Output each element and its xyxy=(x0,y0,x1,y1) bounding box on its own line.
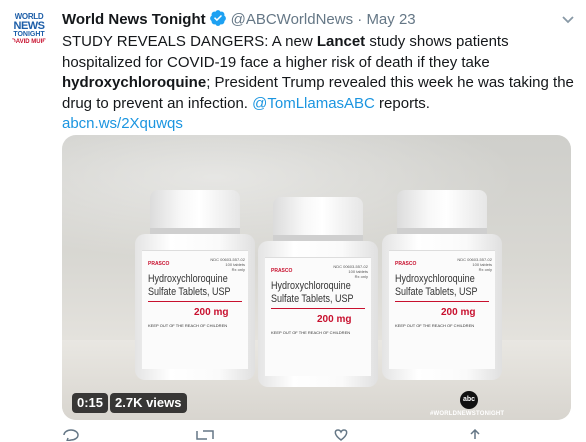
article-link[interactable]: abcn.ws/2Xquwqs xyxy=(62,115,183,132)
bottle-label: PRASCO NDC 00603-557-02 100 tablets Rx o… xyxy=(389,250,495,369)
separator-dot: · xyxy=(357,11,363,28)
like-heart-icon[interactable] xyxy=(332,428,350,442)
drug-name-line-2: Sulfate Tablets, USP xyxy=(271,293,354,305)
video-player[interactable]: PRASCO NDC 00603-557-02 100 tablets Rx o… xyxy=(62,135,571,420)
more-options-chevron-icon[interactable] xyxy=(561,12,575,24)
label-divider xyxy=(271,308,365,309)
tweet-actions xyxy=(62,428,542,442)
bottle-cap xyxy=(150,190,240,232)
pill-bottle-center: PRASCO NDC 00603-557-02 100 tablets Rx o… xyxy=(258,197,378,387)
bottle-warning: KEEP OUT OF THE REACH OF CHILDREN xyxy=(395,323,475,328)
account-handle[interactable]: @ABCWorldNews xyxy=(231,11,353,28)
tweet-header: World News Tonight @ABCWorldNews · May 23 xyxy=(62,9,416,29)
bottle-warning: KEEP OUT OF THE REACH OF CHILDREN xyxy=(271,330,351,335)
bottle-dose: 200 mg xyxy=(441,307,476,318)
bottle-dose: 200 mg xyxy=(317,314,352,325)
tweet-text-bold-drug: hydroxychloroquine xyxy=(62,74,207,91)
reply-icon[interactable] xyxy=(62,428,80,442)
label-divider xyxy=(148,301,242,302)
bottle-ndc: NDC 00603-557-02 100 tablets Rx only xyxy=(457,257,492,272)
drug-name-line-2: Sulfate Tablets, USP xyxy=(395,286,478,298)
account-name[interactable]: World News Tonight xyxy=(62,11,206,28)
bottle-brand: PRASCO xyxy=(395,261,417,267)
drug-name-line-2: Sulfate Tablets, USP xyxy=(148,286,231,298)
bottle-drug-name: Hydroxychloroquine Sulfate Tablets, USP xyxy=(148,273,231,299)
avatar-line-3: TONIGHT xyxy=(13,31,45,38)
drug-name-line-1: Hydroxychloroquine xyxy=(395,273,475,285)
tweet-text-part: reports. xyxy=(374,94,430,112)
label-divider xyxy=(395,301,489,302)
bottle-brand: PRASCO xyxy=(148,261,170,267)
share-icon[interactable] xyxy=(467,428,483,442)
avatar-line-4: DAVID MUIR xyxy=(11,39,47,45)
bottle-cap xyxy=(397,190,487,232)
pill-bottle-left: PRASCO NDC 00603-557-02 100 tablets Rx o… xyxy=(135,190,255,380)
drug-name-line-1: Hydroxychloroquine xyxy=(148,273,228,285)
bottle-warning: KEEP OUT OF THE REACH OF CHILDREN xyxy=(148,323,228,328)
bottle-brand: PRASCO xyxy=(271,268,293,274)
avatar[interactable]: WORLD NEWS TONIGHT DAVID MUIR xyxy=(9,8,49,48)
tweet-text: STUDY REVEALS DANGERS: A new Lancet stud… xyxy=(62,32,577,135)
pill-bottle-right: PRASCO NDC 00603-557-02 100 tablets Rx o… xyxy=(382,190,502,380)
video-views-badge: 2.7K views xyxy=(110,393,187,413)
tweet-date[interactable]: May 23 xyxy=(366,11,415,28)
bottle-dose: 200 mg xyxy=(194,307,229,318)
bottle-ndc: NDC 00603-557-02 100 tablets Rx only xyxy=(210,257,245,272)
abc-logo: abc xyxy=(460,391,478,409)
drug-name-line-1: Hydroxychloroquine xyxy=(271,280,351,292)
bottle-label: PRASCO NDC 00603-557-02 100 tablets Rx o… xyxy=(265,257,371,376)
video-duration-badge: 0:15 xyxy=(72,393,109,413)
mention-link[interactable]: @TomLlamasABC xyxy=(252,95,375,112)
bottle-drug-name: Hydroxychloroquine Sulfate Tablets, USP xyxy=(395,273,478,299)
bottle-label: PRASCO NDC 00603-557-02 100 tablets Rx o… xyxy=(142,250,248,369)
retweet-icon[interactable] xyxy=(194,428,216,442)
tweet-text-part: STUDY REVEALS DANGERS: A new xyxy=(62,33,317,50)
bottle-ndc: NDC 00603-557-02 100 tablets Rx only xyxy=(333,264,368,279)
bottle-cap xyxy=(273,197,363,239)
verified-badge-icon xyxy=(209,9,227,31)
bottle-drug-name: Hydroxychloroquine Sulfate Tablets, USP xyxy=(271,280,354,306)
tweet-text-bold-lancet: Lancet xyxy=(316,33,366,50)
show-watermark: #WORLDNEWSTONIGHT xyxy=(430,411,505,417)
